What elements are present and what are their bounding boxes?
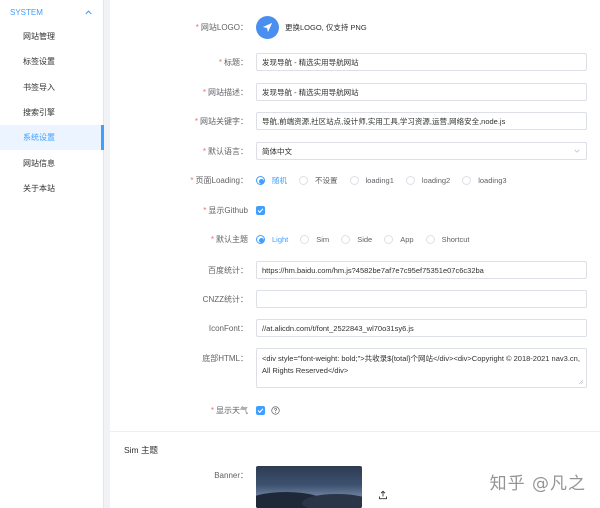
cnzz-label: CNZZ统计： [202,294,248,304]
title-row: * 标题： 发现导航 - 精选实用导航网站 [110,53,600,71]
theme-radio-app[interactable]: App [384,235,414,244]
sidebar-item-label: 网站信息 [23,158,55,168]
logo-label: * 网站LOGO： [195,23,248,32]
theme-radio-side[interactable]: Side [341,235,372,244]
loading-row: * 页面Loading： 随机 不设置 loading1 loading2 loa… [110,175,600,186]
keywords-row: * 网站关键字： 导航,前端资源,社区站点,设计师,实用工具,学习资源,运营,网络… [110,112,600,130]
upload-icon[interactable] [378,490,388,500]
theme-row: * 默认主题 Light Sim Side App Shortcut [110,234,600,245]
title-input[interactable]: 发现导航 - 精选实用导航网站 [256,53,587,71]
baidu-label: 百度统计： [208,265,248,275]
settings-form: * 网站LOGO： 更换LOGO, 仅支持 PNG * 标题： 发现导航 - 精选实… [110,0,600,508]
sidebar-item-tag-settings[interactable]: 标签设置 [0,49,103,74]
keywords-input[interactable]: 导航,前端资源,社区站点,设计师,实用工具,学习资源,运营,网络安全,node.… [256,112,587,130]
description-input[interactable]: 发现导航 - 精选实用导航网站 [256,83,587,101]
sidebar-item-label: 关于本站 [23,183,55,193]
sidebar-item-search-engine[interactable]: 搜索引擎 [0,100,103,125]
sidebar-item-label: 搜索引擎 [23,108,55,118]
sim-section-title: Sim 主题 [124,445,159,455]
watermark: 知乎 @凡之 [489,474,586,494]
banner-image[interactable] [256,466,362,508]
sidebar-item-label: 网站管理 [23,32,55,42]
footer-row: 底部HTML： <div style="font-weight: bold;">… [110,348,600,388]
logo-uploader[interactable]: 更换LOGO, 仅支持 PNG [256,16,367,39]
section-divider [110,431,600,432]
iconfont-row: IconFont： //at.alicdn.com/t/font_2522843… [110,319,600,337]
title-label: * 标题： [218,57,248,67]
loading-radio-loading3[interactable]: loading3 [462,176,507,185]
loading-label: * 页面Loading： [190,176,248,185]
sidebar-item-system-settings[interactable]: 系统设置 [0,125,104,151]
description-row: * 网站描述： 发现导航 - 精选实用导航网站 [110,83,600,101]
weather-checkbox[interactable] [256,406,265,415]
question-circle-icon[interactable] [271,406,280,415]
navigation-arrow-icon [262,22,273,33]
loading-radio-loading1[interactable]: loading1 [349,176,394,185]
cnzz-input[interactable] [256,290,587,308]
logo-hint: 更换LOGO, 仅支持 PNG [285,23,367,32]
sidebar-item-site-info[interactable]: 网站信息 [0,150,103,175]
check-icon [257,408,264,414]
baidu-input[interactable]: https://hm.baidu.com/hm.js?4582be7af7e7c… [256,261,587,279]
resize-handle-icon[interactable] [578,379,584,385]
footer-value: <div style="font-weight: bold;">共收录${tot… [262,354,580,375]
language-select[interactable]: 简体中文 [256,142,587,160]
sidebar-item-label: 系统设置 [23,133,55,143]
footer-label: 底部HTML： [202,354,248,363]
chevron-down-icon [574,149,580,153]
theme-radio-sim[interactable]: Sim [300,235,329,244]
logo-image[interactable] [256,16,279,39]
language-value: 简体中文 [262,146,292,156]
github-row: * 显示Github [110,205,600,216]
theme-label: * 默认主题 [210,235,248,244]
sidebar-item-label: 标签设置 [23,57,55,67]
theme-radio-group: Light Sim Side App Shortcut [256,235,482,244]
iconfont-input[interactable]: //at.alicdn.com/t/font_2522843_wl70o31sy… [256,319,587,337]
loading-radio-none[interactable]: 不设置 [299,175,338,186]
theme-radio-light[interactable]: Light [256,235,288,244]
theme-radio-shortcut[interactable]: Shortcut [425,235,470,244]
check-icon [257,208,264,214]
iconfont-label: IconFont： [208,323,248,333]
sidebar-item-bookmark-import[interactable]: 书签导入 [0,75,103,100]
description-label: * 网站描述： [202,87,248,97]
keywords-label: * 网站关键字： [194,116,248,126]
loading-radio-loading2[interactable]: loading2 [405,176,450,185]
cnzz-row: CNZZ统计： [110,290,600,308]
baidu-row: 百度统计： https://hm.baidu.com/hm.js?4582be7… [110,261,600,279]
weather-label: * 显示天气 [210,406,248,415]
sidebar-group-system[interactable]: SYSTEM [0,0,103,24]
sidebar: SYSTEM 网站管理 标签设置 书签导入 搜索引擎 系统设置 网站信息 关于本… [0,0,104,508]
github-label: * 显示Github [203,206,248,215]
language-label: * 默认语言： [202,146,248,156]
chevron-up-icon [85,9,92,14]
weather-row: * 显示天气 [110,405,600,416]
language-row: * 默认语言： 简体中文 [110,142,600,160]
loading-radio-random[interactable]: 随机 [256,175,287,186]
sidebar-item-site-manage[interactable]: 网站管理 [0,24,103,49]
footer-textarea[interactable]: <div style="font-weight: bold;">共收录${tot… [256,348,587,388]
logo-row: * 网站LOGO： 更换LOGO, 仅支持 PNG [110,16,600,39]
sidebar-item-about[interactable]: 关于本站 [0,176,103,201]
banner-label: Banner： [214,471,248,480]
github-checkbox[interactable] [256,206,265,215]
sidebar-group-title: SYSTEM [10,7,43,17]
loading-radio-group: 随机 不设置 loading1 loading2 loading3 [256,175,519,186]
sidebar-item-label: 书签导入 [23,82,55,92]
